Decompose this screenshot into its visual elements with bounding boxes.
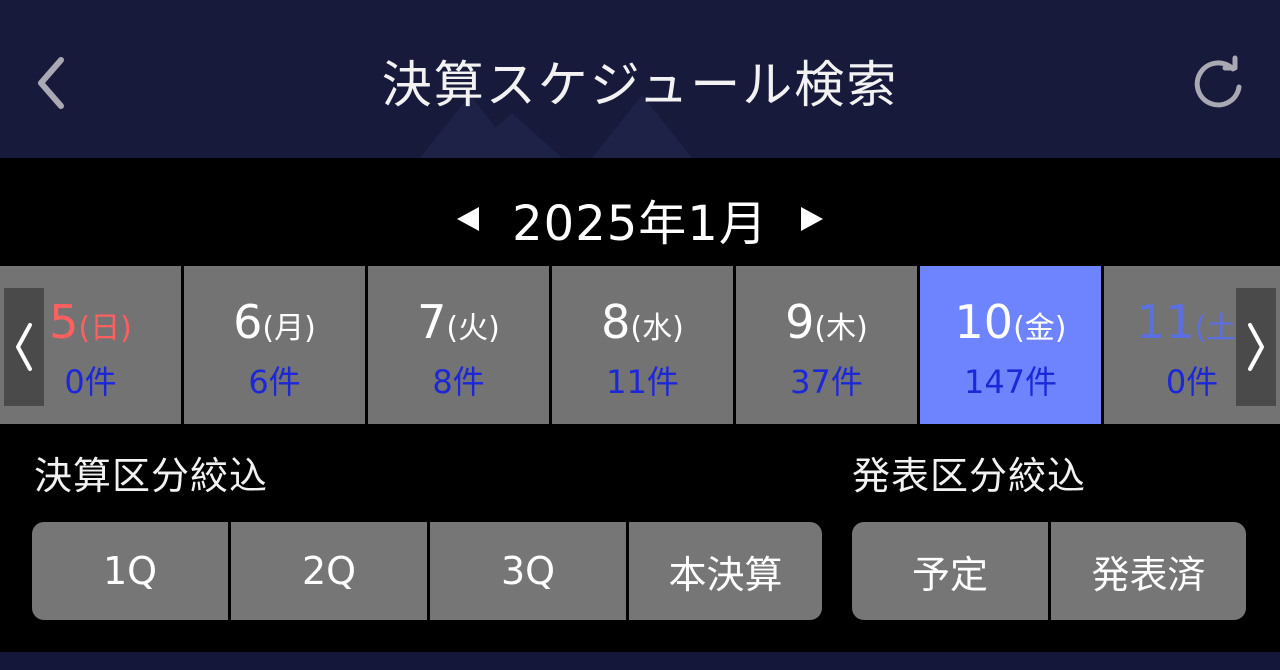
day-strip: 5(日) 0件 6(月) 6件 7(火) 8件 8(水) 11件 9(木) 37… [0,266,1280,424]
next-month-button[interactable] [792,189,832,249]
header-bar: 決算スケジュール検索 [0,0,1280,158]
day-date: 6(月) [184,292,365,359]
day-of-week: (金) [1013,311,1067,346]
month-navigation: 2025年1月 [0,180,1280,258]
filter-full-year-button[interactable]: 本決算 [629,522,822,620]
filter-scheduled-button[interactable]: 予定 [852,522,1048,620]
day-of-week: (火) [446,311,500,346]
announcement-filter-label: 発表区分絞込 [852,454,1087,498]
filter-3q-button[interactable]: 3Q [430,522,626,620]
day-of-week: (水) [630,311,684,346]
refresh-icon [1194,55,1242,108]
day-cell[interactable]: 9(木) 37件 [736,266,920,424]
day-cell[interactable]: 8(水) 11件 [552,266,736,424]
day-count: 37件 [790,363,863,401]
chevron-left-icon [16,323,32,371]
day-cell-selected[interactable]: 10(金) 147件 [920,266,1104,424]
bottom-bar [0,652,1280,670]
filter-announced-button[interactable]: 発表済 [1051,522,1246,620]
day-date: 8(水) [552,292,733,359]
triangle-right-icon [800,207,823,231]
next-days-button[interactable] [1236,288,1276,406]
settlement-filter-label: 決算区分絞込 [34,454,269,498]
triangle-left-icon [457,207,480,231]
day-number: 10 [954,295,1014,349]
chevron-right-icon [1248,323,1264,371]
day-of-week: (月) [262,311,316,346]
day-number: 8 [601,295,631,349]
filter-1q-button[interactable]: 1Q [32,522,228,620]
day-count: 8件 [432,363,485,401]
day-number: 7 [417,295,447,349]
day-of-week: (日) [78,311,132,346]
page-title: 決算スケジュール検索 [381,56,899,114]
prev-days-button[interactable] [4,288,44,406]
day-of-week: (木) [814,311,868,346]
day-count: 6件 [248,363,301,401]
day-count: 11件 [606,363,679,401]
announcement-filter-group: 予定 発表済 [852,522,1246,620]
reload-button[interactable] [1182,48,1254,120]
day-date: 10(金) [920,292,1101,359]
day-number: 5 [49,295,79,349]
day-number: 11 [1136,295,1195,349]
day-date: 7(火) [368,292,549,359]
prev-month-button[interactable] [448,189,488,249]
settlement-filter-group: 1Q 2Q 3Q 本決算 [32,522,822,620]
day-count: 147件 [963,363,1058,401]
day-cell[interactable]: 7(火) 8件 [368,266,552,424]
day-number: 6 [233,295,263,349]
app-screen: 決算スケジュール検索 2025年1月 5(日) 0件 6(月) 6件 7(火) … [0,0,1280,670]
day-cell[interactable]: 6(月) 6件 [184,266,368,424]
day-number: 9 [785,295,815,349]
day-date: 9(木) [736,292,917,359]
month-label: 2025年1月 [512,196,768,252]
filter-2q-button[interactable]: 2Q [231,522,427,620]
